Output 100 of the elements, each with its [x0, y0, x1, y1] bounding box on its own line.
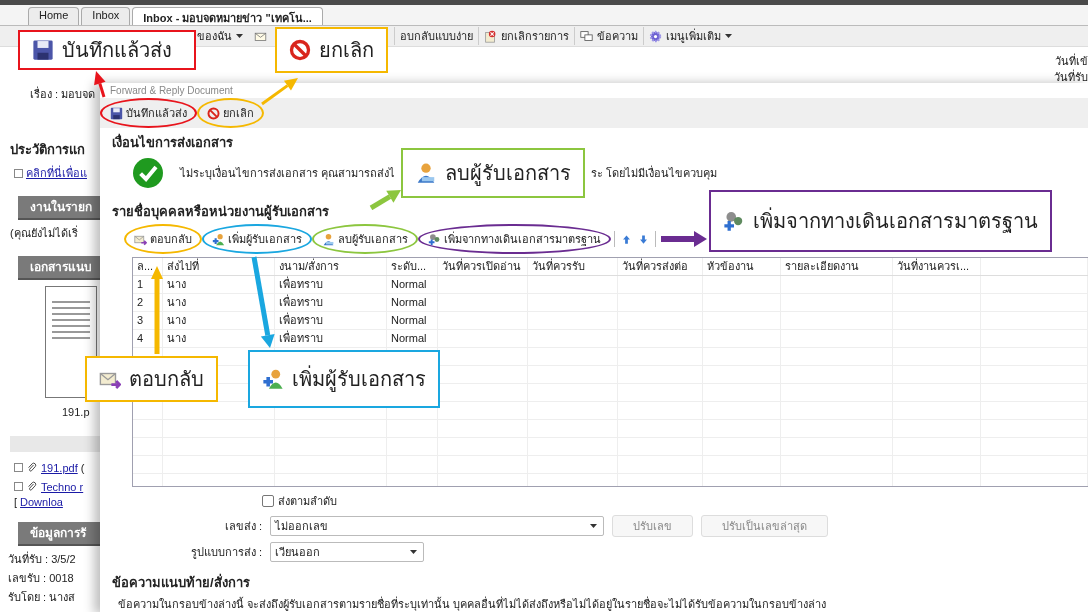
thumbnail-caption: 191.p	[61, 406, 91, 418]
toolbar-button[interactable]: เพิ่มผู้รับเอกสาร	[202, 224, 312, 254]
toolbar-item[interactable]: ยกเลิกรายการ	[478, 27, 574, 45]
date-label: วันที่รับ	[1054, 69, 1088, 85]
date-label: วันที่เข้	[1054, 53, 1088, 69]
history-link[interactable]: คลิกที่นี่เพื่อแ	[26, 164, 87, 182]
toolbar-button[interactable]: เพิ่มจากทางเดินเอกสารมาตรฐาน	[418, 224, 611, 254]
table-cell: Normal	[387, 330, 438, 347]
gears-plus-icon	[428, 232, 441, 246]
section-banner: เอกสารแนบ	[18, 256, 100, 278]
condition-text: ไม่ระบุเงื่อนไขการส่งเอกสาร คุณสามารถส่งไ	[180, 164, 396, 182]
table-cell: เพื่อทราบ	[275, 294, 387, 311]
section-title: ประวัติการแก	[10, 141, 86, 159]
dialog-title: Forward & Reply Document	[110, 85, 233, 98]
table-cell: 2	[133, 294, 163, 311]
table-cell: เพื่อทราบ	[275, 330, 387, 347]
toolbar-button[interactable]: ลบผู้รับเอกสาร	[312, 224, 418, 254]
caret-icon	[410, 550, 417, 554]
down-arrow-icon	[638, 233, 649, 245]
arrow	[94, 71, 106, 98]
column-header[interactable]: ระดับ...	[387, 258, 438, 275]
no-entry-icon	[289, 39, 311, 61]
column-header[interactable]: หัวข้องาน	[703, 258, 781, 275]
add-person-icon	[262, 368, 284, 390]
toolbar-button[interactable]: บันทึกแล้วส่ง	[100, 98, 197, 128]
section-banner: ข้อมูลการรั	[18, 522, 100, 544]
check-circle-icon	[132, 157, 164, 189]
number-dropdown[interactable]: ไม่ออกเลข	[270, 516, 604, 536]
tasks-note: (คุณยังไม่ได้เริ่	[9, 224, 79, 242]
table-cell: Normal	[387, 276, 438, 293]
expand-icon[interactable]	[14, 168, 23, 178]
paperclip-icon	[26, 461, 38, 474]
callout-text: เพิ่มจากทางเดินเอกสารมาตรฐาน	[753, 205, 1038, 237]
table-cell: 4	[133, 330, 163, 347]
field-label: เลขส่ง :	[223, 519, 262, 534]
table-cell: นาง	[163, 276, 275, 293]
table-cell: นาง	[163, 312, 275, 329]
add-person-icon	[212, 232, 225, 246]
receipt-info: วันที่รับ : 3/5/2	[7, 550, 77, 567]
toolbar-button[interactable]: ยกเลิก	[197, 98, 264, 128]
arrow	[261, 78, 298, 106]
file-link[interactable]: 191.pdf	[41, 461, 78, 474]
column-header[interactable]: วันที่ควรส่งต่อ	[618, 258, 703, 275]
subject-line: เรื่อง : มอบจด	[29, 85, 97, 102]
file-link[interactable]: Techno r	[41, 480, 84, 493]
expand-icon[interactable]	[14, 463, 23, 472]
field-label: รูปแบบการส่ง :	[189, 545, 262, 561]
up-arrow-icon	[621, 233, 632, 245]
checkbox[interactable]	[262, 495, 274, 507]
table-cell: 3	[133, 312, 163, 329]
column-header[interactable]: ส่งไปที่	[163, 258, 275, 275]
file-info: (	[80, 461, 85, 474]
gear-icon	[649, 29, 662, 43]
table-cell: เพื่อทราบ	[275, 276, 387, 293]
callout-text: ยกเลิก	[319, 38, 374, 63]
column-header[interactable]: รายละเอียดงาน	[781, 258, 893, 275]
column-header[interactable]: วันที่ควรรับ	[528, 258, 618, 275]
callout-text: ตอบกลับ	[129, 367, 204, 392]
toolbar-item[interactable]: เมนูเพิ่มเติม	[643, 27, 737, 45]
bracket-text: [	[14, 496, 18, 508]
callout-text: เพิ่มผู้รับเอกสาร	[292, 363, 426, 395]
expand-icon[interactable]	[14, 482, 23, 491]
table-cell: เพื่อทราบ	[275, 312, 387, 329]
table-cell: Normal	[387, 294, 438, 311]
toolbar-item[interactable]: อบกลับแบบง่าย	[394, 27, 478, 45]
tab[interactable]: Home	[28, 7, 80, 25]
tab[interactable]: Inbox - มอบจดหมายข่าว "เทคโน...	[132, 7, 323, 25]
format-dropdown[interactable]: เวียนออก	[270, 542, 424, 562]
caret-icon	[590, 524, 597, 528]
table-cell: นาง	[163, 294, 275, 311]
no-entry-icon	[207, 106, 220, 120]
section-banner: งานในรายก	[18, 196, 100, 218]
section-title: รายชื่อบุคคลหรือหน่วยงานผู้รับเอกสาร	[112, 201, 329, 222]
chat-icon	[580, 29, 593, 43]
gears-plus-icon	[723, 210, 745, 232]
table-cell: Normal	[387, 312, 438, 329]
toolbar-button[interactable]: ตอบกลับ	[124, 224, 202, 254]
column-header[interactable]: วันที่งานควรเ...	[893, 258, 981, 275]
column-header[interactable]: วันที่ควรเปิดอ่าน	[438, 258, 528, 275]
callout-text: บันทึกแล้วส่ง	[62, 38, 172, 63]
caret-icon	[236, 34, 243, 38]
section-title: เงื่อนไขการส่งเอกสาร	[112, 132, 233, 152]
column-header[interactable]: งนาม/สั่งการ	[275, 258, 387, 275]
condition-text: ระ โดยไม่มีเงื่อนไขควบคุม	[591, 164, 718, 182]
document-thumbnail[interactable]	[45, 286, 97, 398]
message-note: ข้อความในกรอบข้างล่างนี้ จะส่งถึงผู้รับเอกสารตามรายชื่อที่ระบุเท่านั้น บุคคลอื่นที่ไม่ได้ส่งถึงหรือไม่ได้อยู่ในรายชื่อจะไม่ได้รับข้อความในกรอบข้างล่าง	[117, 595, 828, 612]
cross-icon	[484, 29, 497, 43]
receipt-info: รับโดย : นางส	[7, 590, 77, 605]
toolbar-item[interactable]: ข้อความ	[574, 27, 643, 45]
paperclip-icon	[26, 480, 38, 493]
caret-icon	[725, 34, 732, 38]
callout-text: ลบผู้รับเอกสาร	[445, 161, 572, 188]
receipt-info: เลขรับ : 0018	[7, 571, 75, 586]
download-link[interactable]: Downloa	[20, 496, 63, 508]
arrow	[661, 231, 707, 247]
toolbar-item[interactable]: ของฉัน	[192, 27, 248, 45]
section-title: ข้อความแนบท้าย/สั่งการ	[112, 572, 250, 592]
person-icon	[322, 232, 335, 246]
checkbox-label: ส่งตามลำดับ	[278, 494, 337, 509]
tab[interactable]: Inbox	[81, 7, 131, 25]
